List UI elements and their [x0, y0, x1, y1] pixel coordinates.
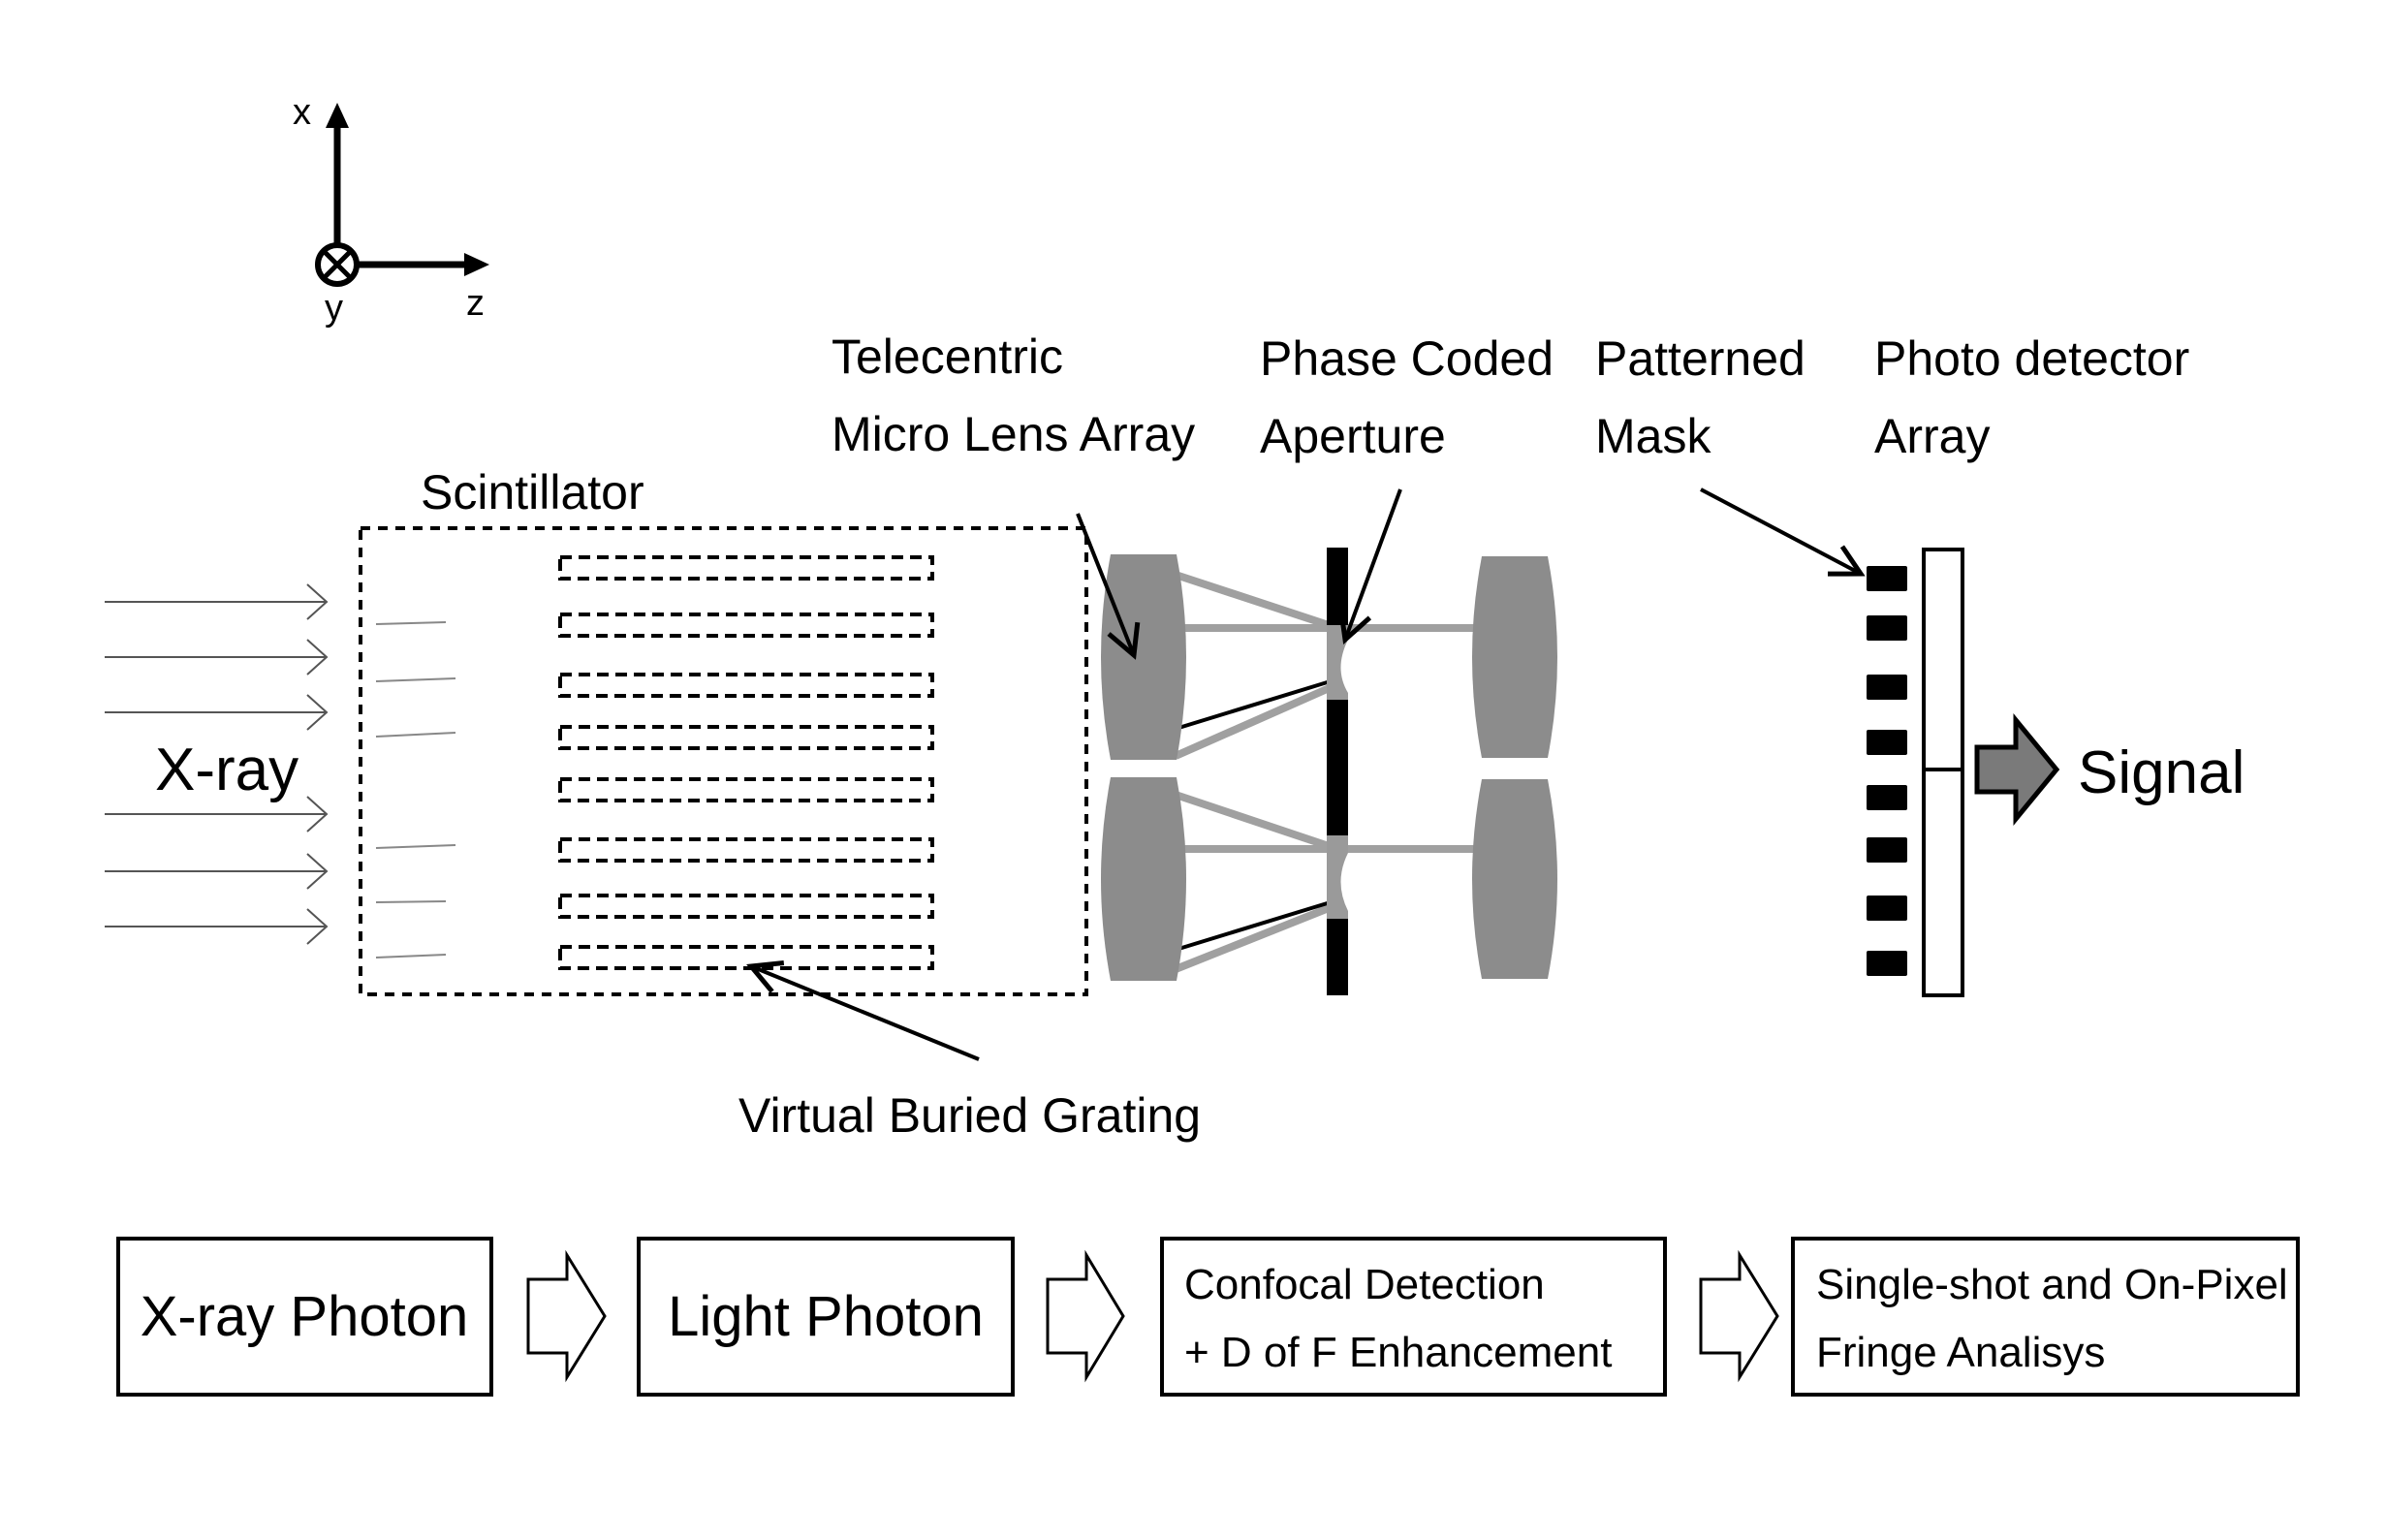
flow-step-light-photon: Light Photon: [637, 1237, 1015, 1397]
grating-line: [558, 837, 934, 863]
flow-step-text: X-ray Photon: [141, 1285, 469, 1348]
leader-lines: [746, 487, 1866, 1061]
grating-line: [558, 725, 934, 750]
aperture-segment: [1327, 919, 1348, 995]
y-axis-into-page-icon: [315, 242, 360, 287]
aperture-label-line2: Aperture: [1260, 409, 1446, 463]
mask-element: [1867, 566, 1907, 591]
mask-element: [1867, 951, 1907, 976]
flow-arrow-icon: [526, 1249, 607, 1383]
flow-step-text: Light Photon: [668, 1285, 984, 1348]
grating-line: [558, 613, 934, 638]
x-axis-label: x: [293, 92, 311, 133]
flow-step-text: Single-shot and On-Pixel: [1816, 1261, 2288, 1308]
mask-element: [1867, 675, 1907, 700]
detector-label-line2: Array: [1874, 409, 1990, 463]
xray-label: X-ray: [155, 737, 298, 803]
grating-line: [558, 945, 934, 970]
coordinate-axes: x y z: [293, 92, 489, 329]
flow-step-text: Fringe Analisys: [1816, 1329, 2105, 1376]
signal-label: Signal: [2078, 739, 2245, 806]
grating-line: [558, 555, 934, 581]
flow-step-text: Confocal Detection: [1184, 1261, 1545, 1308]
mask-leader: [1700, 487, 1866, 577]
flow-arrow-icon: [1046, 1249, 1125, 1383]
flow-arrow-icon: [1699, 1249, 1779, 1383]
photo-detector-array: [1922, 548, 1964, 997]
patterned-mask: [1867, 566, 1907, 976]
mask-element: [1867, 896, 1907, 921]
micro-lens: [1101, 777, 1186, 981]
mask-element: [1867, 837, 1907, 863]
aperture-segment: [1327, 700, 1348, 835]
z-axis-label: z: [466, 283, 485, 324]
micro-lens: [1472, 779, 1557, 979]
flow-step-xray-photon: X-ray Photon: [116, 1237, 493, 1397]
grating-line: [558, 673, 934, 698]
mask-label-line1: Patterned: [1595, 331, 1805, 386]
signal-arrow-icon: [1974, 713, 2060, 826]
lens-array-label-line2: Micro Lens Array: [832, 407, 1195, 461]
mask-element: [1867, 785, 1907, 810]
detector-pixel-top: [1922, 548, 1964, 771]
flow-step-confocal-detection: Confocal Detection + D of F Enhancement: [1160, 1237, 1667, 1397]
z-axis-arrowhead: [464, 253, 489, 276]
micro-lens: [1101, 554, 1186, 760]
aperture-segment: [1327, 548, 1348, 625]
detector-pixel-bottom: [1922, 768, 1964, 997]
lens-array-label-line1: Telecentric: [832, 330, 1063, 384]
process-flow: X-ray Photon Light Photon Confocal Detec…: [116, 1237, 2300, 1397]
flow-step-fringe-analysis: Single-shot and On-Pixel Fringe Analisys: [1791, 1237, 2300, 1397]
grating-label: Virtual Buried Grating: [738, 1088, 1201, 1143]
virtual-buried-grating: [558, 555, 934, 970]
flow-step-text: + D of F Enhancement: [1184, 1329, 1612, 1376]
detector-label-line1: Photo detector: [1874, 331, 2189, 386]
scintillator-label: Scintillator: [421, 465, 644, 519]
aperture-opening: [1327, 835, 1348, 919]
mask-label-line2: Mask: [1595, 409, 1711, 463]
emission-marks: [375, 621, 456, 959]
x-axis-arrowhead: [326, 103, 349, 128]
micro-lens: [1472, 556, 1557, 758]
y-axis-label: y: [325, 288, 343, 329]
mask-element: [1867, 730, 1907, 755]
grating-leader: [746, 960, 980, 1061]
xray-imaging-system-diagram: x y z Scintillator Telecentric Micro Len…: [105, 92, 2300, 1397]
grating-line: [558, 894, 934, 919]
phase-coded-aperture: [1327, 548, 1348, 995]
aperture-label-line1: Phase Coded: [1260, 331, 1554, 386]
aperture-leader: [1337, 488, 1402, 644]
scintillator-box: [359, 526, 1088, 996]
mask-element: [1867, 615, 1907, 641]
grating-line: [558, 777, 934, 802]
